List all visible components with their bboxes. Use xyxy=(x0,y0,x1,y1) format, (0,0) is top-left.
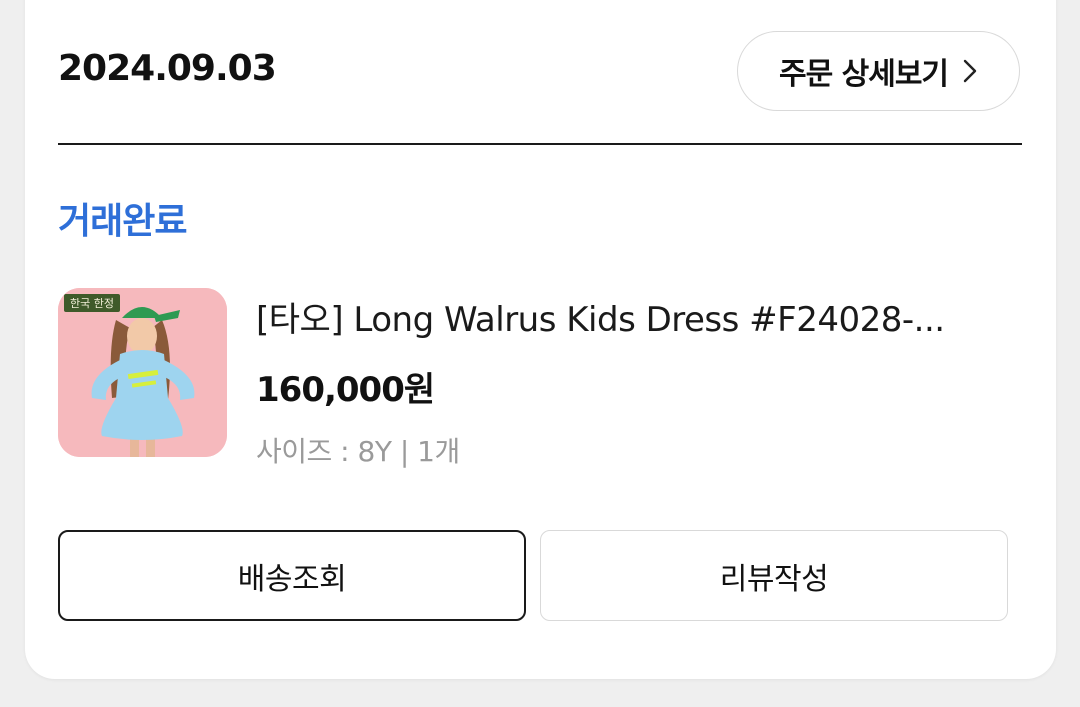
product-thumbnail[interactable]: 한국 한정 xyxy=(58,288,227,457)
order-status: 거래완료 xyxy=(58,201,187,242)
divider xyxy=(58,143,1022,145)
order-detail-label: 주문 상세보기 xyxy=(778,57,949,92)
product-image xyxy=(58,288,227,457)
product-image-tag: 한국 한정 xyxy=(64,294,120,312)
chevron-right-icon xyxy=(963,59,977,83)
product-price: 160,000원 xyxy=(256,370,435,410)
write-review-button[interactable]: 리뷰작성 xyxy=(540,530,1008,621)
order-detail-button[interactable]: 주문 상세보기 xyxy=(737,31,1020,111)
product-title[interactable]: [타오] Long Walrus Kids Dress #F24028-... xyxy=(256,292,976,341)
order-date: 2024.09.03 xyxy=(58,48,277,89)
product-options: 사이즈 : 8Y | 1개 xyxy=(256,435,460,468)
track-delivery-button[interactable]: 배송조회 xyxy=(58,530,526,621)
